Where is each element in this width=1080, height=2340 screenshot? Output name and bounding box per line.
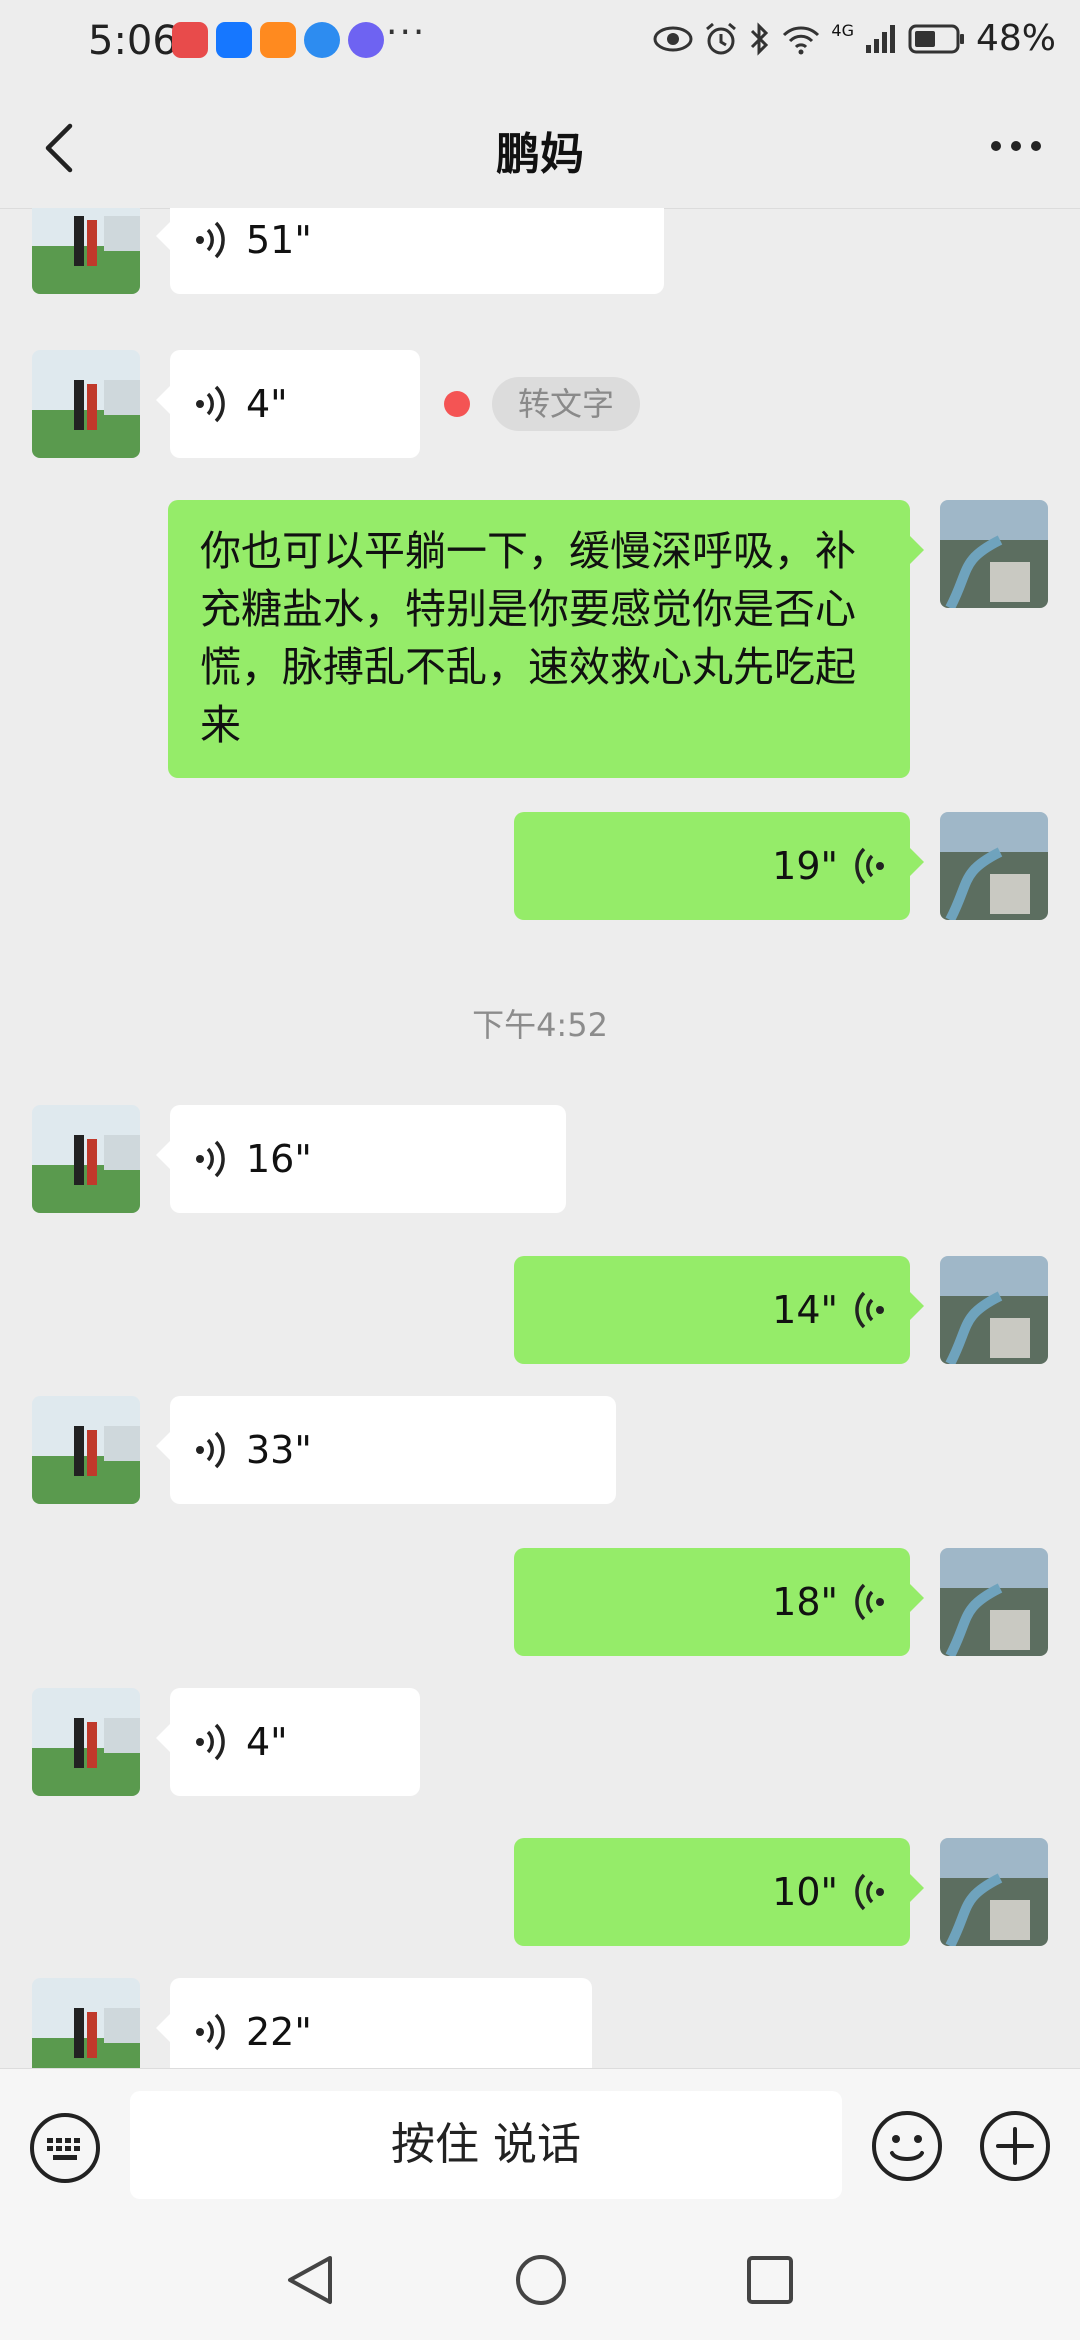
my-avatar[interactable] (940, 1256, 1048, 1364)
voice-message-received[interactable]: 33" (156, 1396, 616, 1504)
voice-duration: 18" (772, 1580, 838, 1624)
voice-message-received[interactable]: 4" (156, 1688, 420, 1796)
more-icon[interactable] (988, 118, 1044, 174)
wifi-icon (783, 25, 820, 54)
status-time: 5:06 (88, 18, 178, 64)
nav-back-icon[interactable] (284, 2252, 336, 2308)
voice-message-sent[interactable]: 10" (514, 1838, 924, 1946)
bluetooth-icon (751, 21, 769, 56)
network-type-label: 4G (831, 21, 854, 40)
alipay-app-icon (216, 22, 252, 58)
voice-wave-icon (196, 1140, 225, 1178)
voice-wave-icon (196, 2013, 225, 2051)
message-list[interactable]: 51" 4" 转文字 你也可以平躺一下，缓慢深呼吸，补充糖盐水，特别是你要感觉你… (0, 208, 1080, 2068)
battery-icon (908, 24, 964, 53)
voice-wave-icon (855, 847, 884, 885)
contact-avatar[interactable] (32, 1105, 140, 1213)
unread-dot (444, 391, 470, 417)
voice-duration: 22" (246, 2010, 312, 2054)
contact-avatar[interactable] (32, 208, 140, 294)
voice-wave-icon (196, 385, 225, 423)
video-app-icon (260, 22, 296, 58)
chat-header: 鹏妈 (0, 84, 1080, 209)
signal-icon (865, 24, 895, 53)
text-message-sent[interactable]: 你也可以平躺一下，缓慢深呼吸，补充糖盐水，特别是你要感觉你是否心慌，脉搏乱不乱，… (168, 500, 924, 778)
contact-avatar[interactable] (32, 1396, 140, 1504)
my-avatar[interactable] (940, 1838, 1048, 1946)
voice-message-sent[interactable]: 19" (514, 812, 924, 920)
nav-recents-icon[interactable] (744, 2252, 796, 2308)
status-bar: 5:06 ··· 4G 48% (0, 0, 1080, 84)
my-avatar[interactable] (940, 812, 1048, 920)
voice-wave-icon (196, 1431, 225, 1469)
chat-timestamp: 下午4:52 (472, 1006, 608, 1044)
status-right-group: 4G 48% (653, 18, 1056, 59)
nav-home-icon[interactable] (514, 2252, 568, 2308)
voice-wave-icon (855, 1291, 884, 1329)
voice-wave-icon (196, 221, 225, 259)
eye-icon (653, 26, 693, 51)
voice-message-received[interactable]: 16" (156, 1105, 566, 1213)
contact-avatar[interactable] (32, 350, 140, 458)
voice-wave-icon (196, 1723, 225, 1761)
voice-wave-icon (855, 1873, 884, 1911)
music-app-icon (348, 22, 384, 58)
voice-duration: 4" (246, 382, 288, 426)
status-overflow-dots: ··· (386, 12, 427, 53)
battery-percent: 48% (975, 18, 1056, 59)
system-nav-bar (0, 2224, 1080, 2340)
voice-duration: 10" (772, 1870, 838, 1914)
voice-duration: 4" (246, 1720, 288, 1764)
my-avatar[interactable] (940, 500, 1048, 608)
voice-message-sent[interactable]: 18" (514, 1548, 924, 1656)
alarm-icon (706, 22, 737, 54)
huawei-app-icon (172, 22, 208, 58)
browser-app-icon (304, 22, 340, 58)
plus-circle-icon[interactable] (978, 2109, 1052, 2183)
contact-avatar[interactable] (32, 1688, 140, 1796)
keyboard-icon[interactable] (28, 2111, 102, 2185)
voice-duration: 19" (772, 844, 838, 888)
voice-wave-icon (855, 1583, 884, 1621)
voice-message-sent[interactable]: 14" (514, 1256, 924, 1364)
contact-avatar[interactable] (32, 1978, 140, 2068)
transcribe-button[interactable]: 转文字 (492, 377, 641, 431)
hold-to-talk-button[interactable]: 按住 说话 (130, 2091, 842, 2199)
voice-duration: 16" (246, 1137, 312, 1181)
voice-message-received[interactable]: 51" (156, 208, 664, 294)
chat-title: 鹏妈 (496, 129, 584, 180)
status-app-icons (172, 22, 384, 58)
voice-duration: 51" (246, 218, 312, 262)
emoji-icon[interactable] (870, 2109, 944, 2183)
voice-duration: 14" (772, 1288, 838, 1332)
voice-message-received[interactable]: 22" (156, 1978, 592, 2068)
input-bar: 按住 说话 (0, 2068, 1080, 2225)
voice-duration: 33" (246, 1428, 312, 1472)
voice-message-received[interactable]: 4" (156, 350, 420, 458)
message-text: 你也可以平躺一下，缓慢深呼吸，补充糖盐水，特别是你要感觉你是否心慌，脉搏乱不乱，… (200, 527, 856, 749)
my-avatar[interactable] (940, 1548, 1048, 1656)
